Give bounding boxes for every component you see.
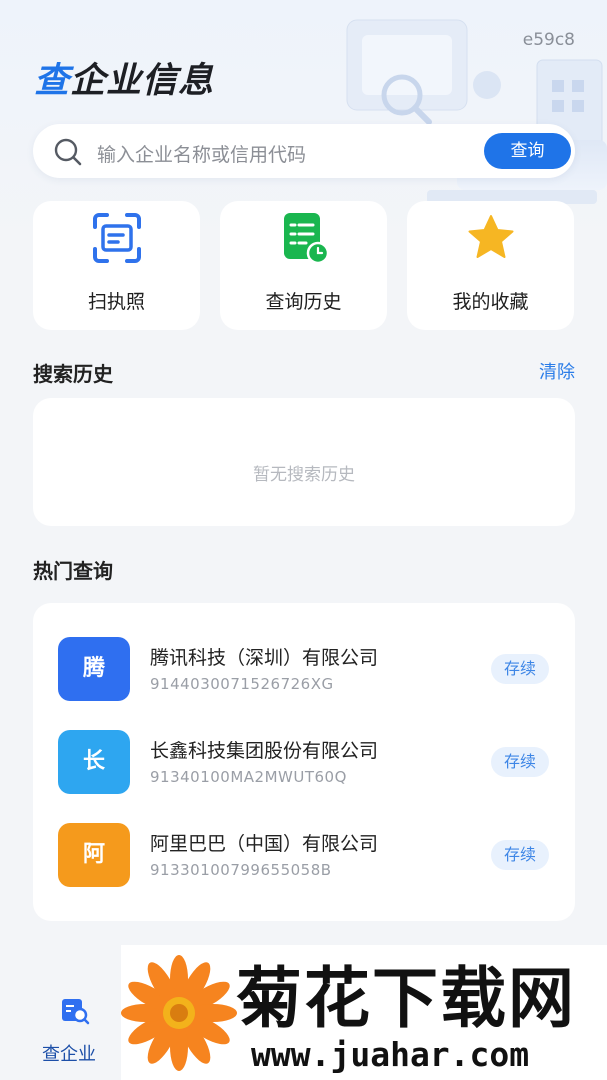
- credit-code: 91340100MA2MWUT60Q: [150, 768, 347, 786]
- history-list-icon: [283, 213, 329, 265]
- empty-history-text: 暂无搜索历史: [253, 465, 355, 485]
- search-bar[interactable]: 输入企业名称或信用代码 查询: [33, 124, 575, 178]
- company-avatar: 阿: [58, 823, 130, 887]
- status-badge: 存续: [491, 840, 549, 870]
- star-icon: [468, 215, 513, 258]
- page-title: 查企业信息: [34, 52, 214, 103]
- company-name: 腾讯科技（深圳）有限公司: [150, 647, 379, 669]
- status-badge: 存续: [491, 654, 549, 684]
- app-id-label: e59c8: [522, 30, 575, 50]
- watermark: 菊花下载网 www.juahar.com: [121, 945, 607, 1080]
- scan-license-label: 扫执照: [87, 291, 145, 313]
- credit-code: 91330100799655058B: [150, 861, 332, 879]
- query-history-label: 查询历史: [265, 291, 342, 313]
- search-history-panel: 暂无搜索历史: [33, 398, 575, 526]
- company-name: 阿里巴巴（中国）有限公司: [150, 833, 379, 855]
- list-item[interactable]: 阿 阿里巴巴（中国）有限公司 91330100799655058B 存续: [33, 823, 575, 893]
- title-rest: 企业信息: [70, 61, 215, 101]
- flower-logo-icon: [121, 955, 237, 1071]
- company-name: 长鑫科技集团股份有限公司: [150, 740, 379, 762]
- watermark-title: 菊花下载网: [236, 960, 576, 1037]
- search-icon: [54, 138, 82, 166]
- list-item[interactable]: 腾 腾讯科技（深圳）有限公司 9144030071526726XG 存续: [33, 637, 575, 707]
- search-history-title: 搜索历史: [33, 362, 113, 386]
- clear-history-button[interactable]: 清除: [539, 358, 575, 384]
- query-history-button[interactable]: 查询历史: [220, 201, 387, 330]
- my-favorites-button[interactable]: 我的收藏: [407, 201, 574, 330]
- scan-license-button[interactable]: 扫执照: [33, 201, 200, 330]
- credit-code: 9144030071526726XG: [150, 675, 334, 693]
- hot-queries-title: 热门查询: [33, 559, 113, 583]
- hot-queries-list: 腾 腾讯科技（深圳）有限公司 9144030071526726XG 存续 长 长…: [33, 603, 575, 921]
- watermark-url: www.juahar.com: [251, 1035, 530, 1074]
- list-item[interactable]: 长 长鑫科技集团股份有限公司 91340100MA2MWUT60Q 存续: [33, 730, 575, 800]
- search-input[interactable]: 输入企业名称或信用代码: [97, 140, 306, 167]
- scan-license-icon: [92, 213, 141, 263]
- title-accent: 查: [34, 61, 71, 101]
- company-avatar: 腾: [58, 637, 130, 701]
- tab-company-search-label: 查企业: [42, 1044, 96, 1065]
- status-badge: 存续: [491, 747, 549, 777]
- company-search-icon: [62, 999, 90, 1025]
- search-button[interactable]: 查询: [484, 133, 571, 169]
- company-avatar: 长: [58, 730, 130, 794]
- my-favorites-label: 我的收藏: [452, 291, 529, 313]
